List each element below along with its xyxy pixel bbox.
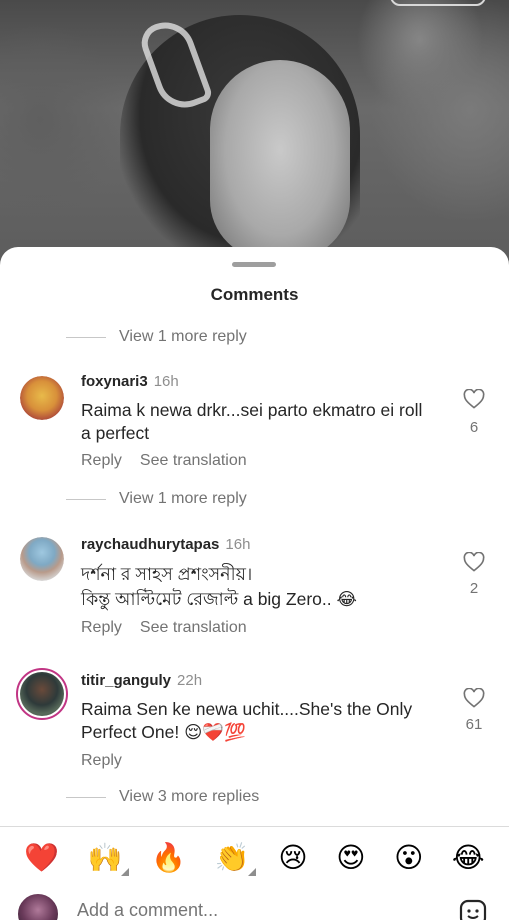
avatar[interactable] xyxy=(20,537,64,581)
reaction-crying-icon[interactable]: 😢 xyxy=(278,843,307,872)
reply-button[interactable]: Reply xyxy=(81,619,122,637)
follow-button-outline[interactable] xyxy=(390,0,486,6)
comment-text-line-1: দর্শনা র সাহস প্রশংসনীয়। xyxy=(81,564,253,584)
avatar-with-story-ring[interactable] xyxy=(16,668,68,720)
avatar[interactable] xyxy=(20,376,64,420)
comment-username[interactable]: titir_ganguly xyxy=(81,672,171,689)
photo-face xyxy=(210,60,350,260)
comment-time: 16h xyxy=(153,373,179,390)
like-heart-icon[interactable] xyxy=(462,389,486,409)
reaction-heart-eyes-icon[interactable]: 😍 xyxy=(336,843,365,872)
view-more-replies-mid[interactable]: View 1 more reply xyxy=(66,490,247,508)
sheet-title: Comments xyxy=(210,285,299,304)
view-more-replies-bottom[interactable]: View 3 more replies xyxy=(66,788,259,806)
comment-time: 22h xyxy=(177,672,203,689)
reply-button[interactable]: Reply xyxy=(81,752,122,770)
view-more-replies-top[interactable]: View 1 more reply xyxy=(66,328,247,346)
quick-reactions-bar: ❤️ 🙌 🔥 👏 😢 😍 😮 😂 xyxy=(0,826,509,888)
comment-header: raychaudhurytapas 16h xyxy=(81,536,250,553)
comment-username[interactable]: foxynari3 xyxy=(81,373,148,390)
comment-actions: Reply xyxy=(81,752,122,770)
drag-handle[interactable] xyxy=(232,262,276,267)
gif-sticker-icon[interactable] xyxy=(458,898,488,920)
comment-username[interactable]: raychaudhurytapas xyxy=(81,536,219,553)
reply-button[interactable]: Reply xyxy=(81,452,122,470)
comment-actions: Reply See translation xyxy=(81,619,247,637)
post-image-background xyxy=(0,0,509,270)
like-count: 61 xyxy=(465,716,483,733)
view-more-label[interactable]: View 3 more replies xyxy=(119,788,259,806)
see-translation-button[interactable]: See translation xyxy=(140,619,247,637)
comment-header: titir_ganguly 22h xyxy=(81,672,202,689)
add-comment-bar xyxy=(0,888,509,920)
comment-text-line-2: কিন্তু আল্টিমেট রেজাল্ট a big Zero.. 😂 xyxy=(81,589,357,609)
reaction-surprised-icon[interactable]: 😮 xyxy=(394,843,423,872)
current-user-avatar xyxy=(16,892,60,920)
thread-line xyxy=(66,498,106,500)
view-more-label[interactable]: View 1 more reply xyxy=(119,328,247,346)
thread-line xyxy=(66,796,106,798)
comment-actions: Reply See translation xyxy=(81,452,247,470)
view-more-label[interactable]: View 1 more reply xyxy=(119,490,247,508)
add-comment-input[interactable] xyxy=(77,900,437,920)
comment-text: Raima k newa drkr...sei parto ekmatro ei… xyxy=(81,400,423,443)
comment-time: 16h xyxy=(225,536,251,553)
comment-text: Raima Sen ke newa uchit....She's the Onl… xyxy=(81,699,413,742)
reaction-heart-icon[interactable]: ❤️ xyxy=(24,843,59,872)
reaction-fire-icon[interactable]: 🔥 xyxy=(151,843,186,872)
reaction-laughing-icon[interactable]: 😂 xyxy=(452,843,485,872)
comment-header: foxynari3 16h xyxy=(81,373,179,390)
reaction-clap-icon[interactable]: 👏 xyxy=(215,843,256,876)
like-heart-icon[interactable] xyxy=(462,688,486,708)
see-translation-button[interactable]: See translation xyxy=(140,452,247,470)
thread-line xyxy=(66,336,106,338)
like-count: 2 xyxy=(469,580,479,597)
like-heart-icon[interactable] xyxy=(462,552,486,572)
comments-sheet: Comments View 1 more reply foxynari3 16h … xyxy=(0,247,509,920)
reaction-raised-hands-icon[interactable]: 🙌 xyxy=(88,843,129,876)
like-count: 6 xyxy=(469,419,479,436)
